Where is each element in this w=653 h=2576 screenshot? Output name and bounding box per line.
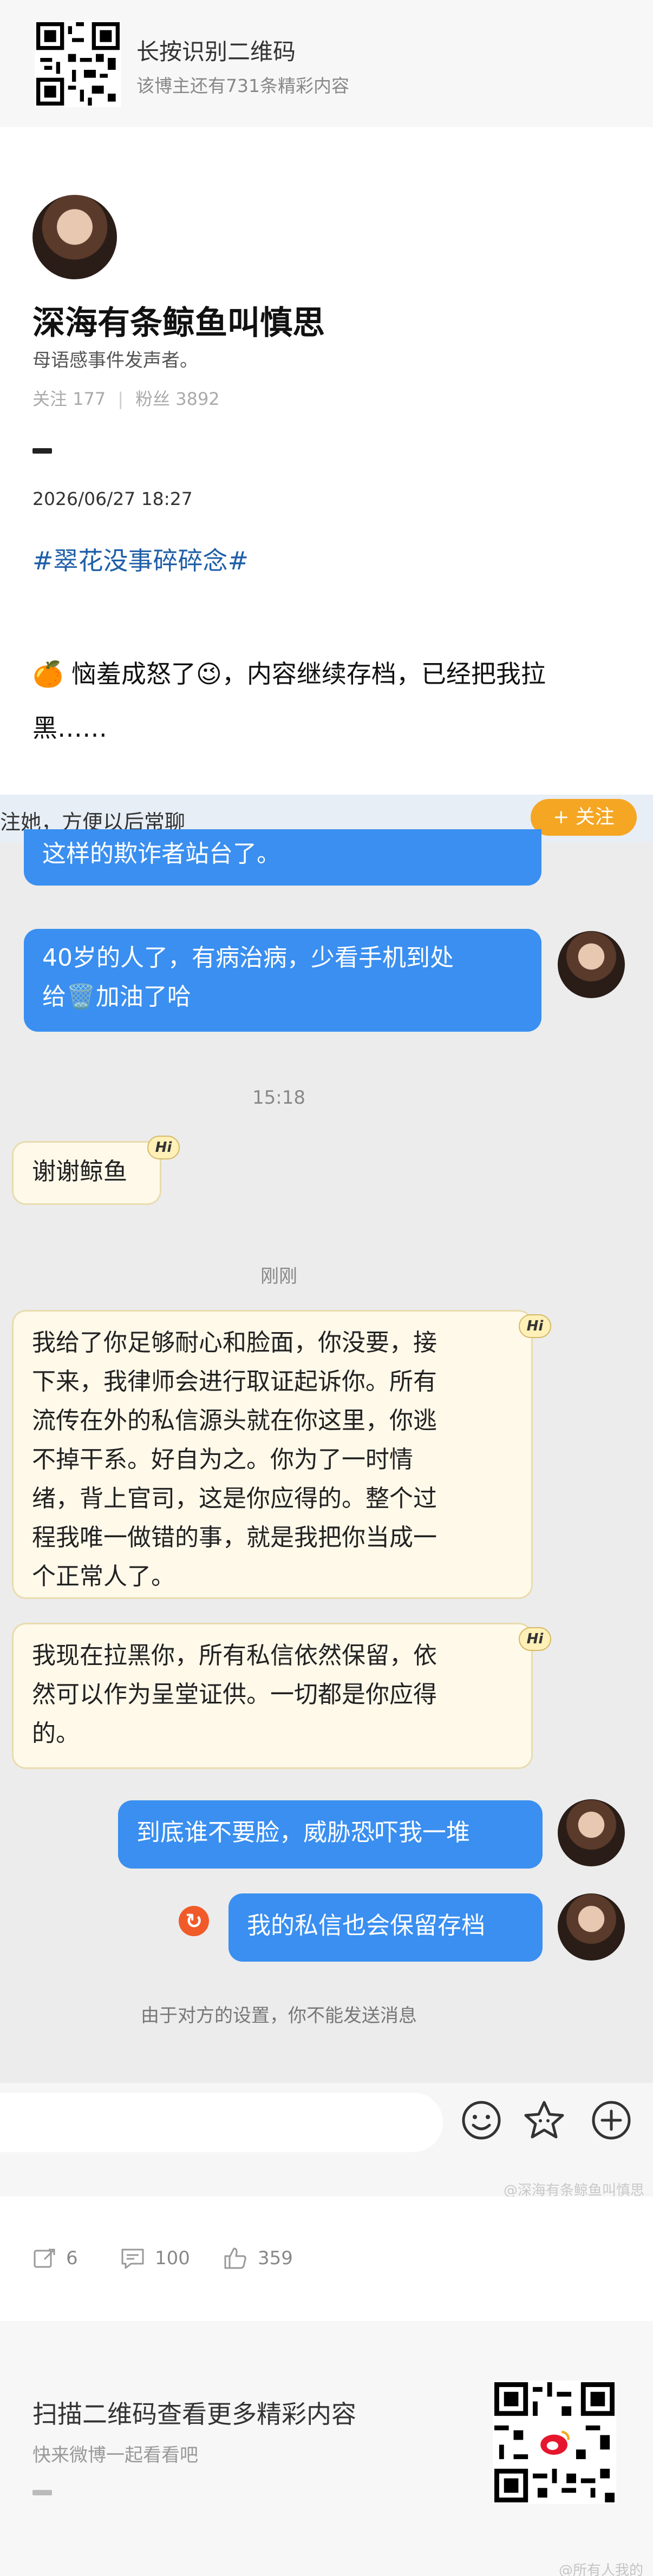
like-button[interactable]: 359	[223, 2246, 293, 2270]
comment-icon	[121, 2249, 144, 2269]
author-avatar[interactable]	[32, 195, 117, 279]
like-count: 359	[258, 2247, 293, 2269]
blocked-notice: 由于对方的设置，你不能发送消息	[141, 2005, 417, 2027]
message-line: 40岁的人了，有病治病，少看手机到处	[42, 944, 454, 972]
divider-mark	[32, 2490, 52, 2495]
message-line: 我给了你足够耐心和脸面，你没要，接	[32, 1329, 437, 1356]
repost-icon	[34, 2249, 55, 2268]
message-line: 绪，背上官司，这是你应得的。整个过	[32, 1485, 437, 1512]
post-body: 🍊 恼羞成怒了😉，内容继续存档，已经把我拉 黑……	[32, 647, 623, 755]
chat-screenshot: 注她，方便以后常聊 + 关注 这样的欺诈者站台了。 40岁的人了，有病治病，少看…	[0, 795, 653, 2083]
chat-bubble-sent: 这样的欺诈者站台了。	[24, 829, 541, 886]
sticker-icon[interactable]	[521, 2097, 567, 2144]
comment-button[interactable]: 100	[120, 2246, 190, 2270]
add-icon[interactable]	[588, 2097, 635, 2144]
comment-count: 100	[155, 2247, 190, 2269]
chat-bubble-received: 我现在拉黑你，所有私信依然保留，依 然可以作为呈堂证供。一切都是你应得 的。	[12, 1623, 533, 1769]
post-line-2: 黑……	[32, 713, 107, 743]
chat-bubble-sent: 到底谁不要脸，威胁恐吓我一堆	[118, 1800, 543, 1869]
message-text: 这样的欺诈者站台了。	[42, 840, 280, 868]
chat-timestamp: 刚刚	[260, 1266, 297, 1287]
chat-bubble-received: 谢谢鲸鱼	[12, 1141, 161, 1205]
message-text: 谢谢鲸鱼	[32, 1158, 127, 1185]
bottom-watermark: @所有人我的	[558, 2562, 643, 2576]
weibo-qr-code-icon[interactable]	[493, 2381, 616, 2504]
follow-button[interactable]: + 关注	[531, 799, 637, 836]
message-input[interactable]	[0, 2093, 443, 2152]
bottom-banner-subtitle: 快来微博一起看看吧	[32, 2444, 198, 2466]
repost-button[interactable]: 6	[32, 2246, 78, 2270]
following-count[interactable]: 关注 177	[32, 389, 106, 409]
bottom-banner-title: 扫描二维码查看更多精彩内容	[32, 2400, 356, 2429]
message-text: 到底谁不要脸，威胁恐吓我一堆	[136, 1819, 470, 1846]
repost-count: 6	[66, 2247, 78, 2269]
thumbs-up-icon	[224, 2247, 246, 2269]
author-nickname[interactable]: 深海有条鲸鱼叫慎思	[32, 297, 325, 344]
message-text: 我的私信也会保留存档	[247, 1912, 485, 1939]
follow-stats: 关注 177 | 粉丝 3892	[32, 385, 220, 410]
topic-link[interactable]: #翠花没事碎碎念#	[32, 541, 249, 577]
message-line: 流传在外的私信源头就在你这里，你逃	[32, 1407, 437, 1434]
stats-divider: |	[117, 389, 124, 409]
banner-subtitle: 该博主还有731条精彩内容	[136, 75, 349, 96]
message-line: 下来，我律师会进行取证起诉你。所有	[32, 1368, 437, 1395]
message-line: 个正常人了。	[32, 1563, 175, 1590]
hi-badge-icon: Hi	[519, 1314, 551, 1338]
followers-count[interactable]: 粉丝 3892	[135, 389, 220, 409]
chat-bubble-sent: 40岁的人了，有病治病，少看手机到处 给🗑️加油了哈	[24, 929, 541, 1032]
message-line: 程我唯一做错的事，就是我把你当成一	[32, 1524, 437, 1551]
chat-bubble-sent: 我的私信也会保留存档	[228, 1893, 543, 1962]
chat-bubble-received: 我给了你足够耐心和脸面，你没要，接 下来，我律师会进行取证起诉你。所有 流传在外…	[12, 1310, 533, 1599]
top-qr-banner: 长按识别二维码 该博主还有731条精彩内容	[0, 0, 653, 127]
bottom-qr-banner: 扫描二维码查看更多精彩内容 快来微博一起看看吧 @所有人我的	[0, 2321, 653, 2576]
my-avatar[interactable]	[558, 1893, 625, 1961]
hi-badge-icon: Hi	[147, 1136, 180, 1159]
message-line: 的。	[32, 1720, 80, 1747]
qr-code-icon[interactable]	[35, 21, 121, 107]
post-line-1: 🍊 恼羞成怒了😉，内容继续存档，已经把我拉	[32, 659, 546, 689]
message-line: 不掉干系。好自为之。你为了一时情	[32, 1446, 413, 1473]
message-line: 我现在拉黑你，所有私信依然保留，依	[32, 1642, 437, 1669]
message-line: 然可以作为呈堂证供。一切都是你应得	[32, 1681, 437, 1708]
emoji-icon[interactable]	[458, 2097, 505, 2144]
banner-title: 长按识别二维码	[136, 38, 296, 65]
author-bio: 母语感事件发声者。	[32, 350, 198, 371]
divider-mark	[32, 448, 52, 454]
hi-badge-icon: Hi	[519, 1627, 551, 1651]
my-avatar[interactable]	[558, 1799, 625, 1866]
my-avatar[interactable]	[558, 931, 625, 998]
message-line: 给🗑️加油了哈	[42, 983, 191, 1011]
chat-input-bar: @深海有条鲸鱼叫慎思	[0, 2083, 653, 2199]
post-actions: 6 100 359	[0, 2197, 653, 2321]
resend-icon[interactable]: ↻	[179, 1906, 209, 1936]
post-date: 2026/06/27 18:27	[32, 488, 193, 509]
chat-timestamp: 15:18	[252, 1087, 305, 1109]
